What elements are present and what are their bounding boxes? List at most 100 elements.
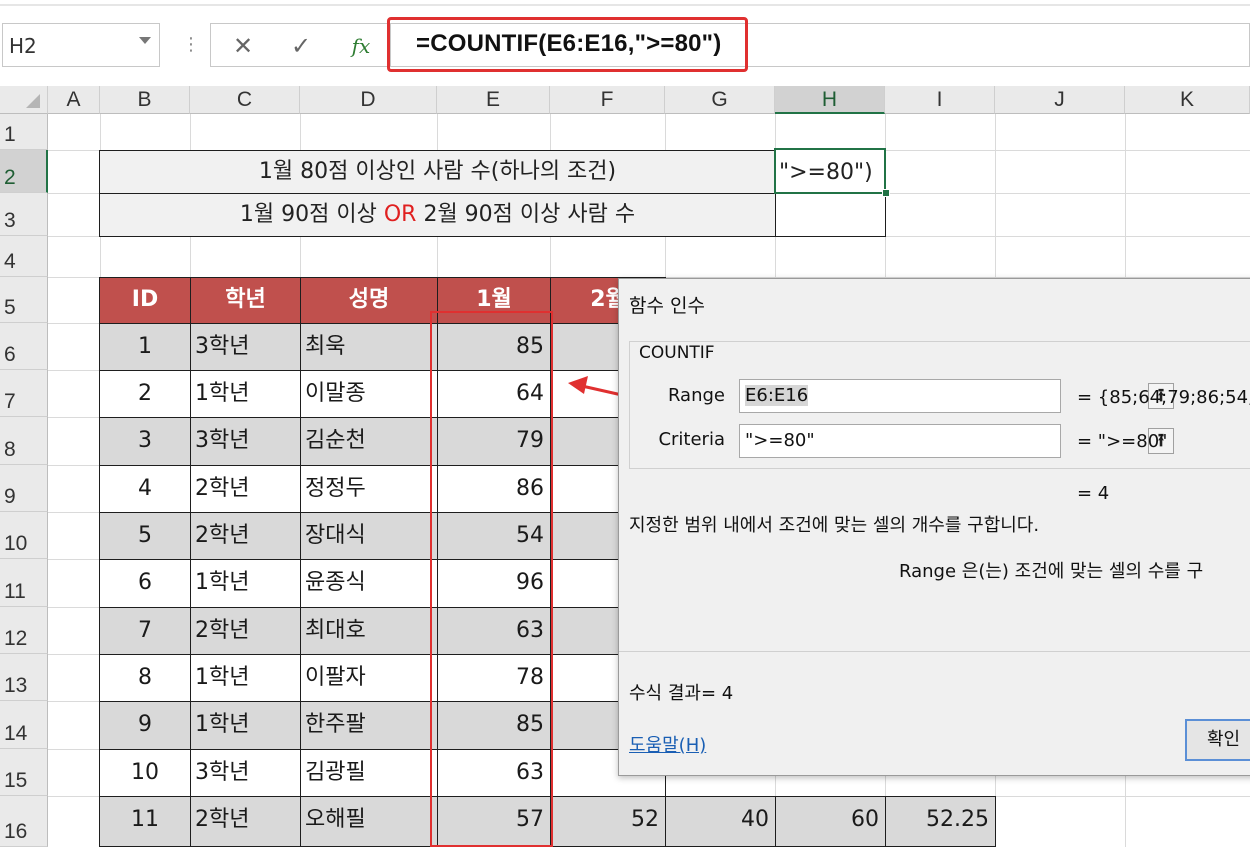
table-cell[interactable]: 1학년 [190, 701, 301, 750]
col-header-c[interactable]: C [190, 86, 300, 114]
table-cell[interactable]: 최욱 [300, 323, 438, 371]
table-cell[interactable]: 5 [99, 512, 191, 560]
table-cell[interactable]: 이말종 [300, 370, 438, 418]
row-header-6[interactable]: 6 [0, 323, 48, 370]
table-cell[interactable]: 9 [99, 701, 191, 750]
table-cell[interactable]: 1학년 [190, 654, 301, 702]
range-highlight-box [430, 311, 553, 847]
range-value: E6:E16 [745, 385, 809, 406]
table-cell[interactable]: 3학년 [190, 417, 301, 466]
table-cell[interactable]: 4 [99, 465, 191, 513]
name-box[interactable]: H2 [2, 23, 160, 67]
dialog-title: 함수 인수 [629, 295, 705, 317]
row-header-8[interactable]: 8 [0, 417, 48, 465]
table-cell[interactable]: 1학년 [190, 559, 301, 608]
row-header-11[interactable]: 11 [0, 559, 48, 607]
row-header-9[interactable]: 9 [0, 465, 48, 512]
table-cell[interactable]: 오해필 [300, 796, 438, 847]
active-cell-h2[interactable]: ">=80") [774, 148, 886, 194]
header-grade[interactable]: 학년 [190, 277, 301, 324]
row-header-14[interactable]: 14 [0, 701, 48, 749]
col-header-a[interactable]: A [48, 86, 100, 114]
formula-text: =COUNTIF(E6:E16,">=80") [416, 30, 722, 57]
table-cell[interactable]: 한주팔 [300, 701, 438, 750]
row-header-1[interactable]: 1 [0, 114, 48, 150]
table-cell[interactable]: 60 [775, 796, 886, 847]
table-cell[interactable]: 2 [99, 370, 191, 418]
col-header-d[interactable]: D [300, 86, 437, 114]
table-cell[interactable]: 3학년 [190, 749, 301, 797]
table-cell[interactable]: 8 [99, 654, 191, 702]
help-link[interactable]: 도움말(H) [629, 731, 706, 757]
table-cell[interactable]: 이팔자 [300, 654, 438, 702]
col-header-g[interactable]: G [665, 86, 775, 114]
table-cell[interactable]: 7 [99, 607, 191, 655]
table-cell[interactable]: 김광필 [300, 749, 438, 797]
title-cell-row2[interactable]: 1월 80점 이상인 사람 수(하나의 조건) [99, 150, 776, 194]
table-cell[interactable]: 최대호 [300, 607, 438, 655]
table-cell[interactable]: 10 [99, 749, 191, 797]
table-cell[interactable]: 김순천 [300, 417, 438, 466]
col-header-b[interactable]: B [100, 86, 190, 114]
h2-value: ">=80") [779, 160, 873, 185]
row-header-7[interactable]: 7 [0, 370, 48, 417]
title-part: 1월 90점 이상 [239, 202, 384, 227]
cell-h3[interactable] [775, 193, 886, 237]
row-header-2[interactable]: 2 [0, 150, 48, 193]
table-cell[interactable]: 3 [99, 417, 191, 466]
row-header-16[interactable]: 16 [0, 796, 48, 847]
range-input[interactable]: E6:E16 ⭱ [739, 379, 1174, 413]
row-header-12[interactable]: 12 [0, 607, 48, 654]
table-cell[interactable]: 2학년 [190, 607, 301, 655]
row-header-4[interactable]: 4 [0, 236, 48, 277]
table-cell[interactable]: 윤종식 [300, 559, 438, 608]
table-cell[interactable]: 장대식 [300, 512, 438, 560]
formula-result: 수식 결과= 4 [629, 683, 734, 704]
function-result: = 4 [1077, 483, 1110, 504]
ok-button[interactable]: 확인 [1185, 719, 1250, 761]
row-header-5[interactable]: 5 [0, 277, 48, 323]
enter-check-icon[interactable]: ✓ [285, 30, 317, 62]
row-header-3[interactable]: 3 [0, 193, 48, 236]
table-cell[interactable]: 52.25 [885, 796, 996, 847]
range-label: Range [667, 385, 725, 406]
table-cell[interactable]: 11 [99, 796, 191, 847]
col-header-k[interactable]: K [1125, 86, 1250, 114]
fill-handle[interactable] [882, 189, 890, 197]
table-cell[interactable]: 6 [99, 559, 191, 608]
select-all-corner[interactable] [0, 86, 48, 114]
criteria-value: ">=80" [745, 430, 815, 451]
cancel-icon[interactable]: ✕ [227, 30, 259, 62]
table-cell[interactable]: 2학년 [190, 465, 301, 513]
table-cell[interactable]: 2학년 [190, 512, 301, 560]
name-box-value: H2 [9, 34, 37, 58]
title-cell-row3[interactable]: 1월 90점 이상 OR 2월 90점 이상 사람 수 [99, 193, 776, 237]
col-header-i[interactable]: I [885, 86, 995, 114]
table-cell[interactable]: 52 [550, 796, 666, 847]
insert-function-icon[interactable]: fx [345, 30, 377, 62]
table-cell[interactable]: 2학년 [190, 796, 301, 847]
table-cell[interactable]: 1학년 [190, 370, 301, 418]
row-header-13[interactable]: 13 [0, 654, 48, 701]
vertical-dots-icon[interactable]: ⋮ [182, 34, 200, 55]
criteria-input[interactable]: ">=80" ⭱ [739, 424, 1174, 458]
table-cell[interactable]: 1 [99, 323, 191, 371]
table-cell[interactable]: 40 [665, 796, 776, 847]
table-cell[interactable]: 정정두 [300, 465, 438, 513]
row-header-10[interactable]: 10 [0, 512, 48, 559]
col-header-j[interactable]: J [995, 86, 1125, 114]
formula-buttons: ✕ ✓ fx [210, 23, 390, 67]
header-name[interactable]: 성명 [300, 277, 438, 324]
row-header-15[interactable]: 15 [0, 749, 48, 796]
range-evaluated: = {85;64;79;86;54; [1077, 387, 1250, 408]
header-id[interactable]: ID [99, 277, 191, 324]
or-text: OR [383, 202, 417, 227]
col-header-h[interactable]: H [775, 86, 885, 114]
function-description: 지정한 범위 내에서 조건에 맞는 셀의 개수를 구합니다. [629, 515, 1040, 536]
table-cell[interactable]: 3학년 [190, 323, 301, 371]
col-header-e[interactable]: E [437, 86, 550, 114]
col-header-f[interactable]: F [550, 86, 665, 114]
criteria-evaluated: = ">=80" [1077, 431, 1168, 452]
chevron-down-icon[interactable] [139, 37, 151, 44]
argument-description: Range 은(는) 조건에 맞는 셀의 수를 구 [899, 561, 1204, 582]
